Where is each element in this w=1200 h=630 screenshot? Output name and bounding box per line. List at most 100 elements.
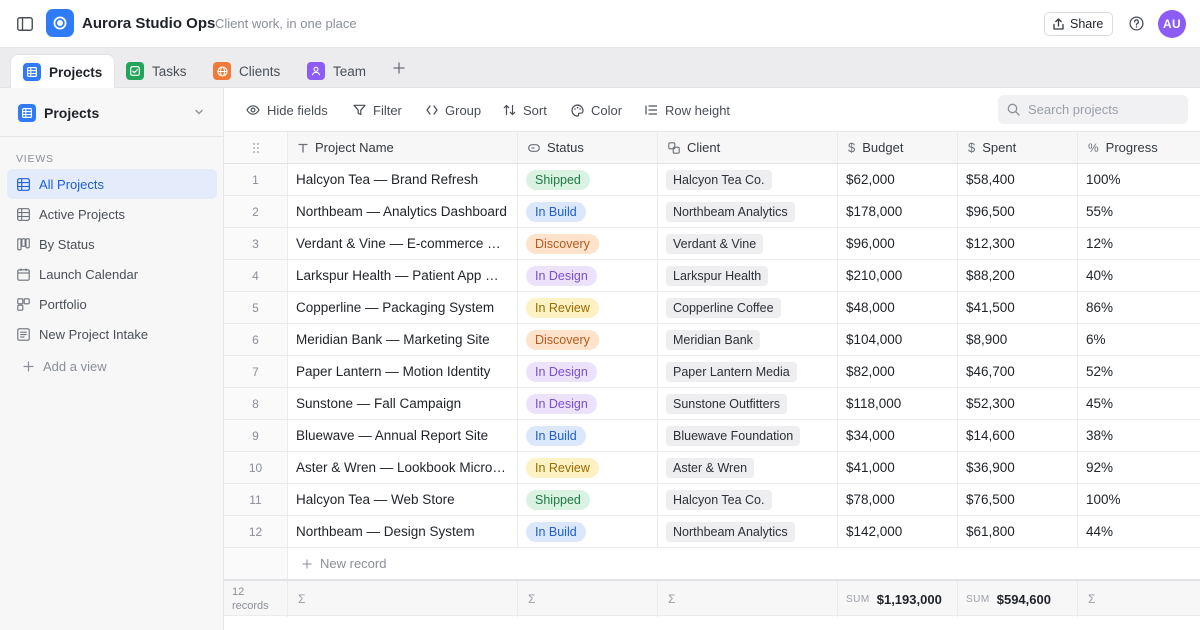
cell-project-name[interactable]: Aster & Wren — Lookbook Microsite <box>288 452 518 483</box>
cell-client[interactable]: Paper Lantern Media <box>658 356 838 387</box>
cell-progress[interactable]: 12% <box>1078 228 1200 259</box>
cell-client[interactable]: Sunstone Outfitters <box>658 388 838 419</box>
column-header-status[interactable]: Status <box>518 132 658 163</box>
cell-progress[interactable]: 100% <box>1078 484 1200 515</box>
table-row[interactable]: 4 Larkspur Health — Patient App Redesign I… <box>224 260 1200 292</box>
table-row[interactable]: 8 Sunstone — Fall Campaign In Design Sunsto… <box>224 388 1200 420</box>
cell-status[interactable]: In Build <box>518 196 658 227</box>
table-row[interactable]: 12 Northbeam — Design System In Build North… <box>224 516 1200 548</box>
column-header-progress[interactable]: % Progress <box>1078 132 1200 163</box>
cell-client[interactable]: Northbeam Analytics <box>658 196 838 227</box>
cell-budget[interactable]: $78,000 <box>838 484 958 515</box>
cell-spent[interactable]: $14,600 <box>958 420 1078 451</box>
color-button[interactable]: Color <box>571 101 622 119</box>
table-row[interactable]: 11 Halcyon Tea — Web Store Shipped Halcyon … <box>224 484 1200 516</box>
cell-budget[interactable]: $118,000 <box>838 388 958 419</box>
cell-project-name[interactable]: Northbeam — Analytics Dashboard <box>288 196 518 227</box>
cell-spent[interactable]: $96,500 <box>958 196 1078 227</box>
cell-spent[interactable]: $46,700 <box>958 356 1078 387</box>
drag-handle-icon[interactable] <box>224 132 288 163</box>
cell-progress[interactable]: 44% <box>1078 516 1200 547</box>
tab-team[interactable]: Team <box>295 54 378 88</box>
cell-progress[interactable]: 92% <box>1078 452 1200 483</box>
tab-projects[interactable]: Projects <box>10 54 116 89</box>
summary-cell-progress[interactable]: Σ <box>1078 581 1200 617</box>
sidebar-item-all-projects[interactable]: All Projects <box>7 169 217 199</box>
cell-status[interactable]: Shipped <box>518 164 658 195</box>
cell-project-name[interactable]: Larkspur Health — Patient App Redesign <box>288 260 518 291</box>
summary-cell-client[interactable]: Σ <box>658 581 838 617</box>
cell-status[interactable]: Discovery <box>518 324 658 355</box>
cell-project-name[interactable]: Sunstone — Fall Campaign <box>288 388 518 419</box>
cell-spent[interactable]: $58,400 <box>958 164 1078 195</box>
sidebar-item-launch-calendar[interactable]: Launch Calendar <box>7 259 217 289</box>
column-header-budget[interactable]: $ Budget <box>838 132 958 163</box>
sort-button[interactable]: Sort <box>503 101 547 119</box>
row-height-button[interactable]: Row height <box>645 101 730 119</box>
cell-project-name[interactable]: Northbeam — Design System <box>288 516 518 547</box>
table-row[interactable]: 6 Meridian Bank — Marketing Site Discovery… <box>224 324 1200 356</box>
cell-project-name[interactable]: Bluewave — Annual Report Site <box>288 420 518 451</box>
cell-status[interactable]: Discovery <box>518 228 658 259</box>
table-switcher[interactable]: Projects <box>0 88 223 137</box>
cell-status[interactable]: In Build <box>518 516 658 547</box>
cell-budget[interactable]: $178,000 <box>838 196 958 227</box>
cell-progress[interactable]: 45% <box>1078 388 1200 419</box>
cell-project-name[interactable]: Paper Lantern — Motion Identity <box>288 356 518 387</box>
table-row[interactable]: 10 Aster & Wren — Lookbook Microsite In Re… <box>224 452 1200 484</box>
cell-project-name[interactable]: Halcyon Tea — Brand Refresh <box>288 164 518 195</box>
search-input[interactable] <box>1028 102 1178 117</box>
cell-status[interactable]: In Review <box>518 292 658 323</box>
cell-client[interactable]: Verdant & Vine <box>658 228 838 259</box>
table-row[interactable]: 1 Halcyon Tea — Brand Refresh Shipped Halcy… <box>224 164 1200 196</box>
cell-budget[interactable]: $142,000 <box>838 516 958 547</box>
cell-progress[interactable]: 55% <box>1078 196 1200 227</box>
cell-spent[interactable]: $41,500 <box>958 292 1078 323</box>
cell-spent[interactable]: $36,900 <box>958 452 1078 483</box>
cell-client[interactable]: Aster & Wren <box>658 452 838 483</box>
cell-status[interactable]: In Design <box>518 260 658 291</box>
cell-status[interactable]: In Design <box>518 356 658 387</box>
filter-button[interactable]: Filter <box>353 101 402 119</box>
cell-project-name[interactable]: Halcyon Tea — Web Store <box>288 484 518 515</box>
summary-cell-name[interactable]: Σ <box>288 581 518 617</box>
summary-cell-spent[interactable]: SUM $594,600 <box>958 581 1078 617</box>
cell-client[interactable]: Halcyon Tea Co. <box>658 484 838 515</box>
cell-status[interactable]: Shipped <box>518 484 658 515</box>
hide-fields-button[interactable]: Hide fields <box>246 101 328 119</box>
cell-spent[interactable]: $52,300 <box>958 388 1078 419</box>
column-header-project-name[interactable]: Project Name <box>288 132 518 163</box>
cell-client[interactable]: Halcyon Tea Co. <box>658 164 838 195</box>
avatar[interactable]: AU <box>1158 10 1186 38</box>
tab-tasks[interactable]: Tasks <box>114 54 199 88</box>
cell-progress[interactable]: 40% <box>1078 260 1200 291</box>
sidebar-toggle-icon[interactable] <box>14 13 36 35</box>
cell-project-name[interactable]: Meridian Bank — Marketing Site <box>288 324 518 355</box>
cell-spent[interactable]: $61,800 <box>958 516 1078 547</box>
cell-progress[interactable]: 38% <box>1078 420 1200 451</box>
cell-spent[interactable]: $76,500 <box>958 484 1078 515</box>
sidebar-item-new-project-intake[interactable]: New Project Intake <box>7 319 217 349</box>
cell-spent[interactable]: $12,300 <box>958 228 1078 259</box>
cell-budget[interactable]: $104,000 <box>838 324 958 355</box>
cell-progress[interactable]: 100% <box>1078 164 1200 195</box>
cell-client[interactable]: Larkspur Health <box>658 260 838 291</box>
help-icon[interactable] <box>1127 14 1145 32</box>
cell-budget[interactable]: $34,000 <box>838 420 958 451</box>
new-record-button[interactable]: New record <box>288 548 1200 580</box>
cell-budget[interactable]: $62,000 <box>838 164 958 195</box>
sidebar-item-by-status[interactable]: By Status <box>7 229 217 259</box>
cell-project-name[interactable]: Copperline — Packaging System <box>288 292 518 323</box>
table-row[interactable]: 3 Verdant & Vine — E-commerce Replatform D… <box>224 228 1200 260</box>
cell-spent[interactable]: $88,200 <box>958 260 1078 291</box>
cell-progress[interactable]: 6% <box>1078 324 1200 355</box>
cell-status[interactable]: In Design <box>518 388 658 419</box>
cell-client[interactable]: Northbeam Analytics <box>658 516 838 547</box>
cell-budget[interactable]: $48,000 <box>838 292 958 323</box>
group-button[interactable]: Group <box>426 101 481 119</box>
cell-budget[interactable]: $41,000 <box>838 452 958 483</box>
column-header-client[interactable]: Client <box>658 132 838 163</box>
cell-progress[interactable]: 52% <box>1078 356 1200 387</box>
sidebar-item-portfolio[interactable]: Portfolio <box>7 289 217 319</box>
cell-spent[interactable]: $8,900 <box>958 324 1078 355</box>
